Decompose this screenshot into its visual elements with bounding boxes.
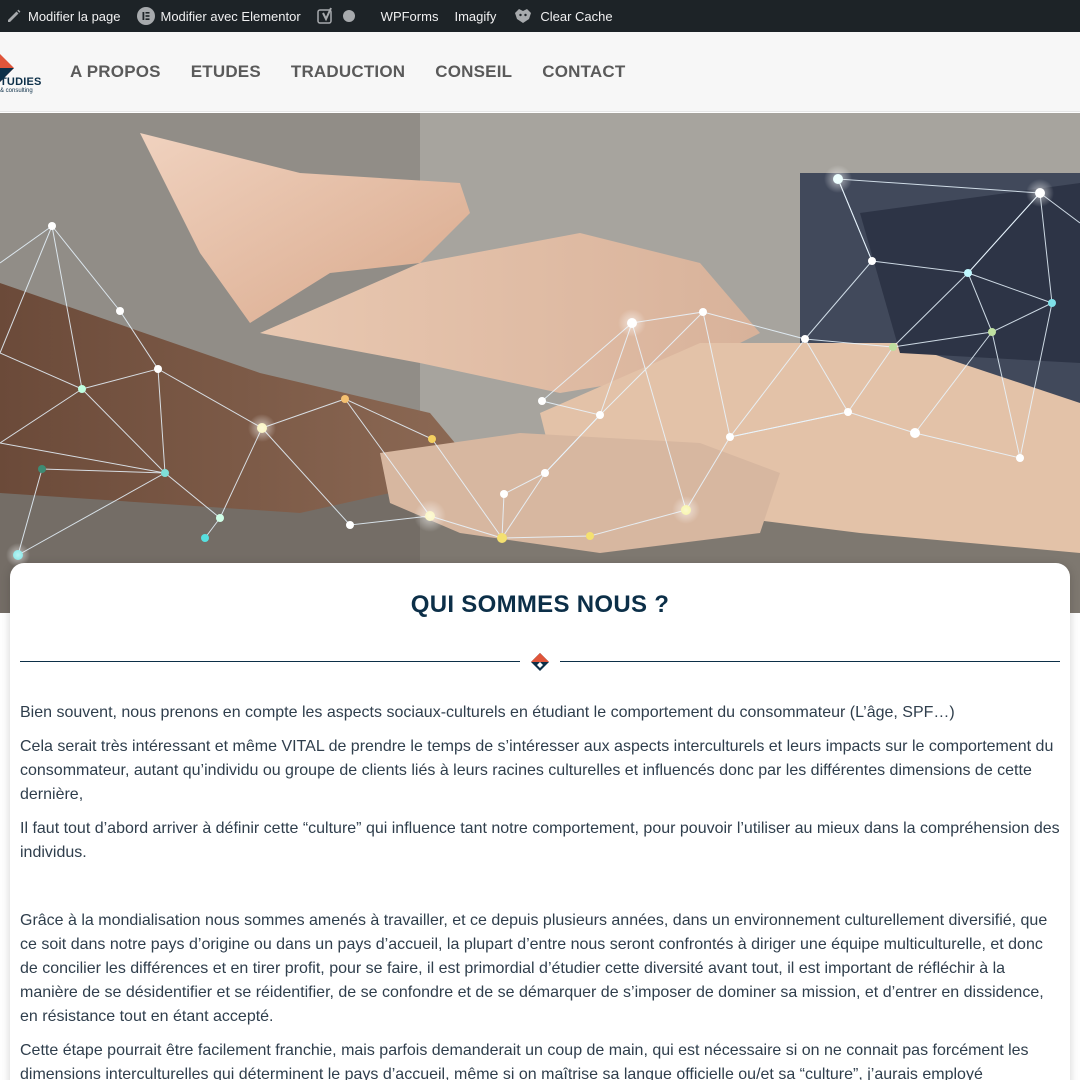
nav-a-propos[interactable]: A PROPOS [70,62,161,82]
edit-elementor-label: Modifier avec Elementor [160,8,301,24]
paragraph: Grâce à la mondialisation nous sommes am… [20,912,1048,1025]
seo-status-dot [342,10,355,22]
elementor-icon [136,7,155,25]
about-text: Bien souvent, nous prenons en compte les… [20,701,1065,1080]
nav-conseil[interactable]: CONSEIL [435,62,512,82]
edit-page-label: Modifier la page [28,8,121,24]
paragraph: Cette étape pourrait être facilement fra… [20,1042,1029,1080]
edit-elementor-link[interactable]: Modifier avec Elementor [131,0,311,32]
hands-network-illustration [0,113,1080,613]
yoast-menu[interactable] [311,0,375,32]
logo-text: TUDIES [0,76,42,88]
edit-page-link[interactable]: Modifier la page [0,0,131,32]
hero-image [0,113,1080,613]
paragraph: Bien souvent, nous prenons en compte les… [20,704,955,721]
divider-right [560,661,1060,662]
yoast-icon [316,7,332,24]
admin-bar: Modifier la page Modifier avec Elementor… [0,0,1080,32]
site-header: TUDIES & consulting A PROPOS ETUDES TRAD… [0,32,1080,112]
nav-contact[interactable]: CONTACT [542,62,625,82]
about-card: QUI SOMMES NOUS ? Bien souvent, nous pre… [10,563,1070,1080]
nav-traduction[interactable]: TRADUCTION [291,62,405,82]
wpforms-label: WPForms [380,8,439,24]
nav-etudes[interactable]: ETUDES [191,62,261,82]
cheetah-icon [515,9,532,23]
section-title: QUI SOMMES NOUS ? [410,591,670,618]
divider-left [20,661,520,662]
main-nav: A PROPOS ETUDES TRADUCTION CONSEIL CONTA… [70,32,655,112]
imagify-label: Imagify [454,8,497,24]
paragraph: Il faut tout d’abord arriver à définir c… [20,820,1060,861]
pencil-icon [8,9,21,22]
paragraph: Cela serait très intéressant et même VIT… [20,738,1054,803]
logo-subtitle: & consulting [0,88,33,94]
diamond-logo-icon [531,653,549,671]
clear-cache-menu[interactable]: Clear Cache [506,0,622,32]
imagify-menu[interactable]: Imagify [448,0,506,32]
clear-cache-label: Clear Cache [540,8,613,24]
wpforms-menu[interactable]: WPForms [375,0,449,32]
